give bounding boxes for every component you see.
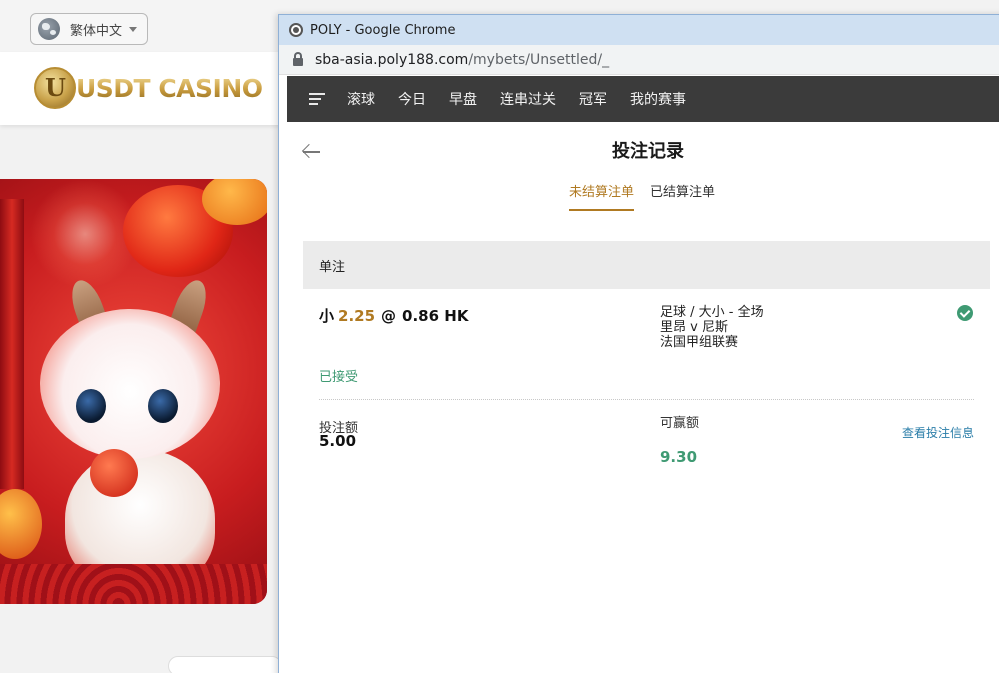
sports-navbar: 滚球 今日 早盘 连串过关 冠军 我的赛事 — [287, 76, 999, 122]
chrome-icon — [289, 23, 303, 37]
desktop: 繁体中文 U USDT CASINO POLY - Google Chrome … — [0, 0, 999, 673]
red-ornament — [90, 449, 138, 497]
site-logo-bar: U USDT CASINO — [0, 52, 282, 125]
bet-market: 足球 / 大小 - 全场 — [660, 305, 764, 320]
section-header-single: 单注 — [303, 241, 990, 289]
view-bet-details-link[interactable]: 查看投注信息 — [902, 424, 974, 441]
banner-floor-pattern — [0, 564, 267, 604]
globe-icon — [38, 18, 60, 40]
nav-items: 滚球 今日 早盘 连串过关 冠军 我的赛事 — [347, 89, 709, 109]
page-title: 投注记录 — [612, 141, 684, 162]
nav-item-my-events[interactable]: 我的赛事 — [630, 89, 686, 109]
bet-match: 里昂 v 尼斯 — [660, 320, 728, 335]
back-arrow-icon[interactable] — [303, 143, 321, 161]
partial-button[interactable] — [168, 656, 282, 673]
chevron-down-icon — [129, 26, 138, 32]
to-win-label: 可赢额 — [660, 416, 700, 431]
tab-unsettled[interactable]: 未结算注单 — [569, 181, 635, 211]
nav-item-outright[interactable]: 冠军 — [579, 89, 607, 109]
bet-tabs: 未结算注单 已结算注单 — [569, 181, 731, 211]
language-label: 繁体中文 — [70, 23, 123, 39]
site-topbar: 繁体中文 — [0, 0, 290, 52]
stake-value: 5.00 — [319, 432, 357, 450]
nav-item-today[interactable]: 今日 — [398, 89, 426, 109]
window-titlebar[interactable]: POLY - Google Chrome — [279, 15, 999, 45]
pillar-decoration — [0, 199, 24, 489]
address-bar[interactable]: sba-asia.poly188.com/mybets/Unsettled/_ — [279, 45, 999, 75]
to-win-value: 9.30 — [660, 448, 698, 466]
dragon-eye — [76, 389, 106, 423]
language-selector[interactable]: 繁体中文 — [30, 13, 148, 45]
bet-status: 已接受 — [319, 370, 359, 385]
dragon-head — [40, 309, 220, 459]
site-logo[interactable]: USDT CASINO — [76, 74, 263, 103]
bet-history-page: 投注记录 未结算注单 已结算注单 单注 小 2.25 @0.86 HK 足球 / 大… — [287, 122, 999, 673]
check-circle-icon — [957, 305, 973, 321]
nav-item-early[interactable]: 早盘 — [449, 89, 477, 109]
url-text[interactable]: sba-asia.poly188.com/mybets/Unsettled/_ — [315, 52, 609, 68]
bet-odds: 0.86 HK — [402, 307, 469, 325]
lock-icon[interactable] — [293, 51, 303, 66]
bet-league: 法国甲组联赛 — [660, 335, 739, 350]
window-title: POLY - Google Chrome — [310, 22, 456, 38]
chrome-popup-window: POLY - Google Chrome sba-asia.poly188.co… — [278, 14, 999, 673]
bet-selection: 小 — [319, 307, 335, 325]
dragon-eye — [148, 389, 178, 423]
logo-mark: U — [45, 73, 66, 102]
bet-at-symbol: @ — [381, 307, 397, 325]
bet-selection-line: 小 2.25 @0.86 HK — [319, 305, 468, 326]
url-path: /mybets/Unsettled/_ — [468, 51, 610, 68]
divider — [319, 399, 974, 400]
bet-handicap: 2.25 — [338, 307, 376, 325]
nav-item-live[interactable]: 滚球 — [347, 89, 375, 109]
logo-coin-icon[interactable]: U — [34, 67, 76, 109]
bet-event-info: 足球 / 大小 - 全场 里昂 v 尼斯 法国甲组联赛 — [660, 305, 764, 350]
lantern-decoration — [0, 489, 42, 559]
menu-icon[interactable] — [309, 93, 325, 105]
nav-item-parlay[interactable]: 连串过关 — [500, 89, 556, 109]
url-host: sba-asia.poly188.com — [315, 51, 469, 68]
tab-settled[interactable]: 已结算注单 — [650, 181, 715, 211]
promo-banner-image[interactable] — [0, 179, 267, 604]
